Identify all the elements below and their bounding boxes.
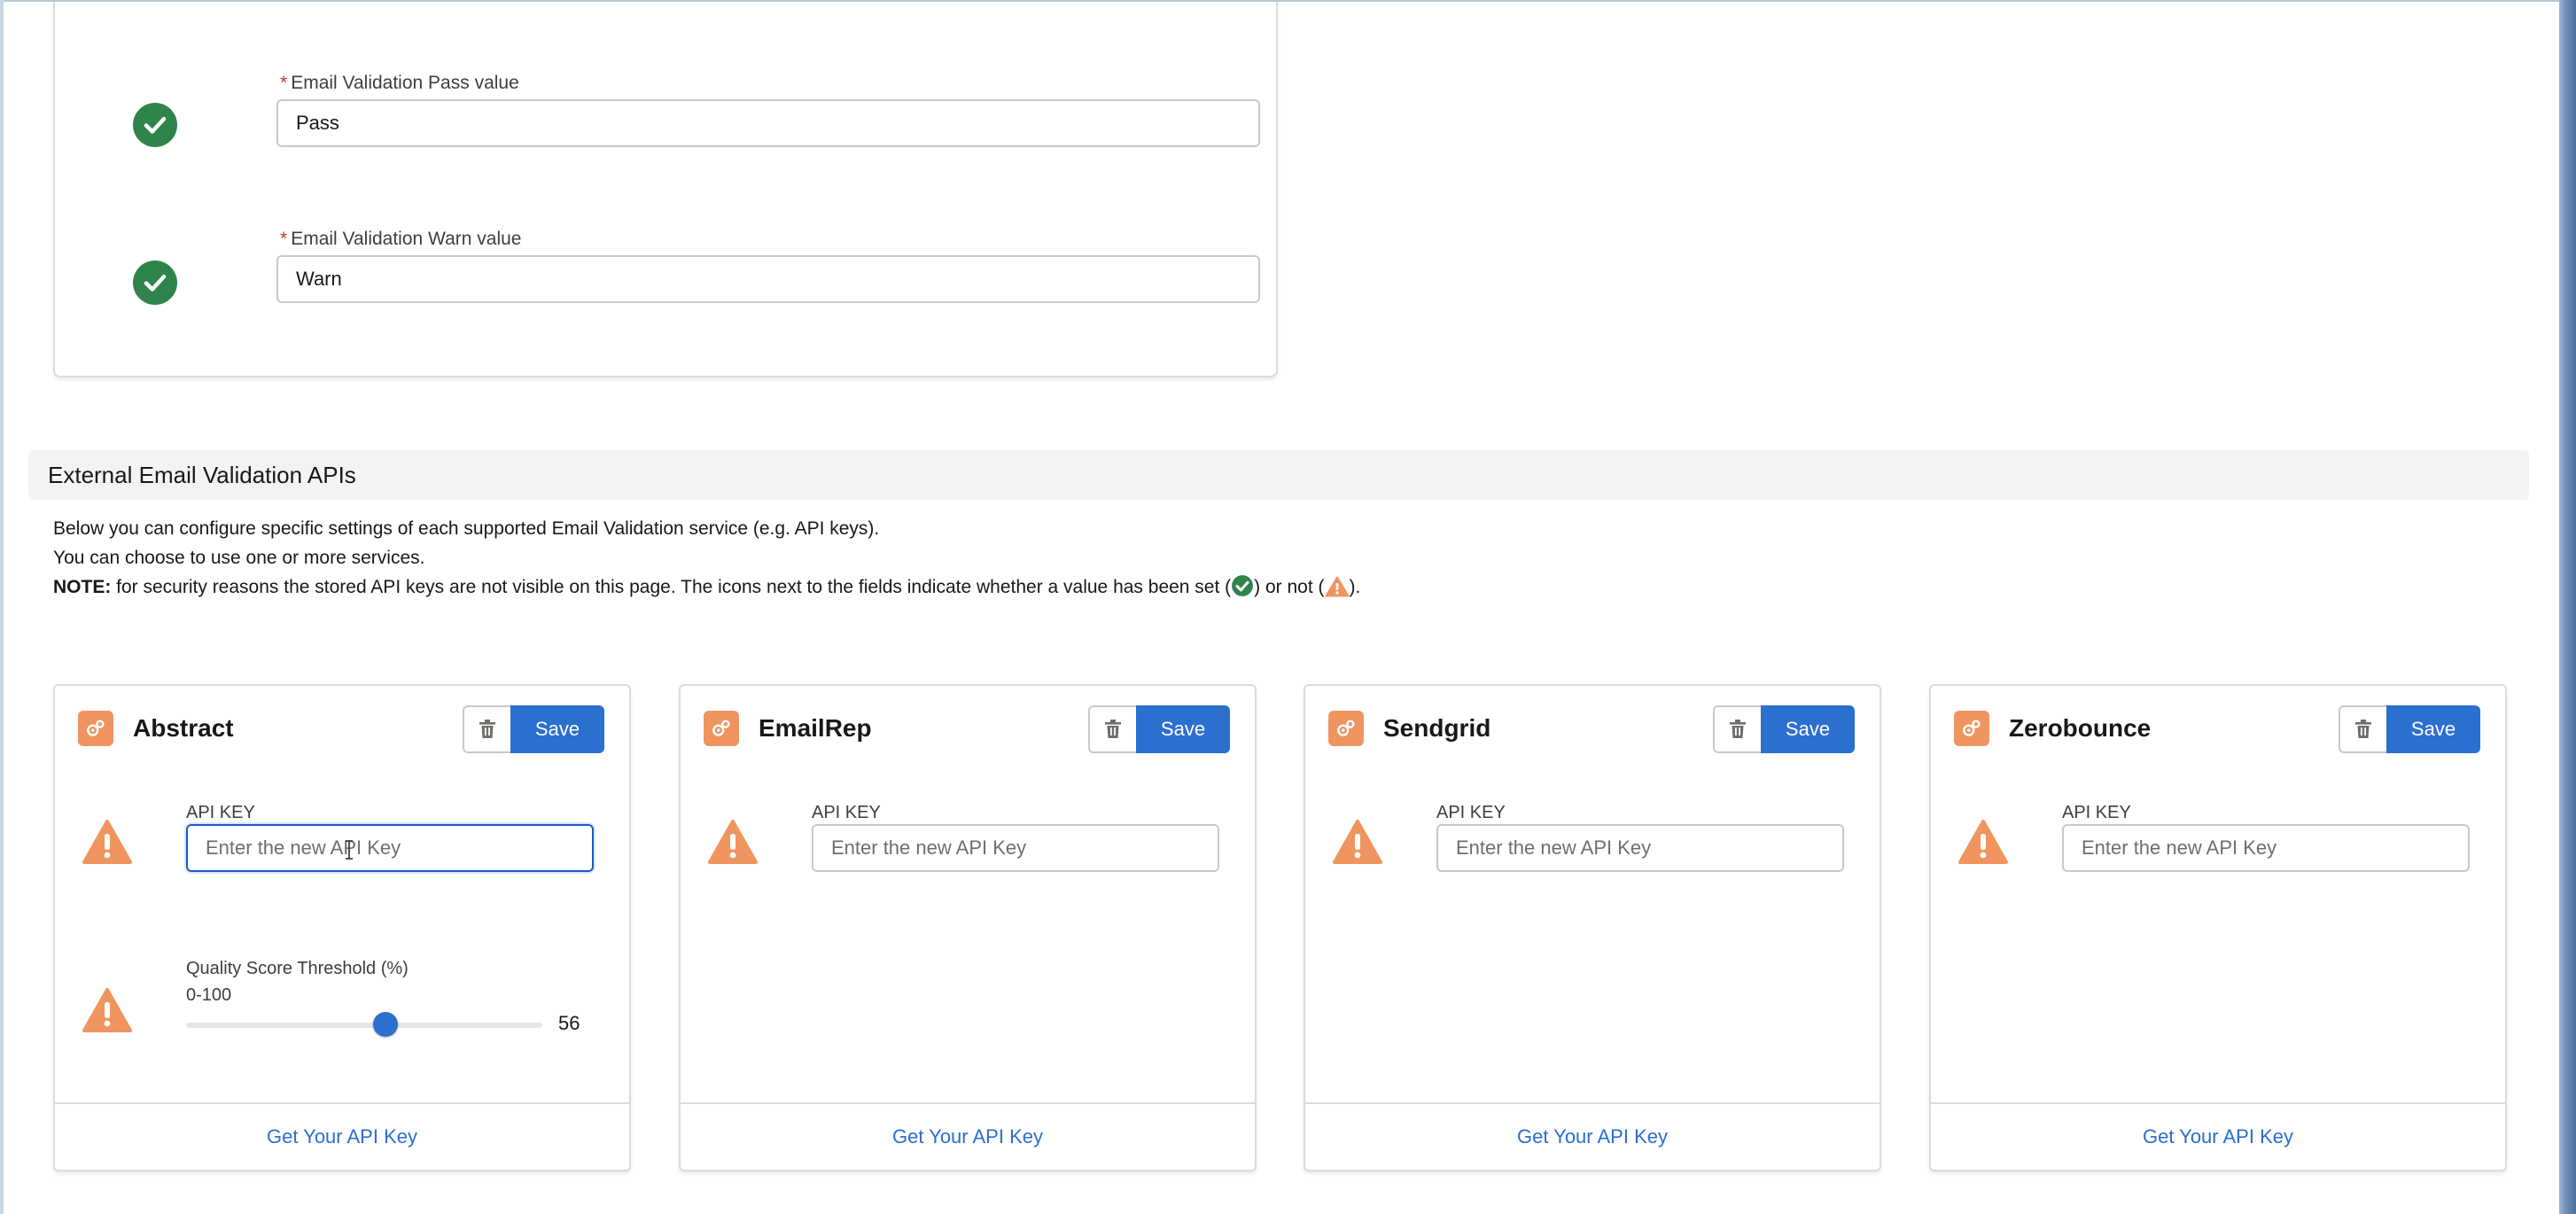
action-button-group: Save: [2339, 705, 2480, 753]
window-right-edge: [2559, 0, 2576, 1214]
threshold-range: 0-100: [186, 985, 232, 1005]
save-button[interactable]: Save: [510, 705, 604, 753]
trash-icon: [1105, 720, 1121, 738]
required-mark: *: [280, 73, 288, 93]
description-line-2: You can choose to use one or more servic…: [53, 548, 425, 568]
service-name: Zerobounce: [2009, 714, 2152, 742]
text-cursor-icon: [346, 840, 353, 860]
action-button-group: Save: [1088, 705, 1230, 753]
api-key-input[interactable]: Enter the new API Key: [186, 824, 594, 872]
warn-value-row: * Email Validation Warn value Warn: [55, 223, 1276, 330]
service-name: Sendgrid: [1383, 714, 1491, 742]
section-header: External Email Validation APIs: [28, 450, 2529, 500]
api-key-label: API KEY: [186, 803, 255, 822]
note-text-a: for security reasons the stored API keys…: [111, 577, 1232, 597]
validation-values-card: * Email Validation Pass value Pass * Email…: [53, 2, 1278, 377]
check-circle-icon: [133, 103, 177, 147]
warning-icon: [82, 988, 132, 1032]
threshold-slider-thumb[interactable]: [373, 1012, 399, 1037]
note-label: NOTE:: [53, 577, 112, 597]
get-api-key-link[interactable]: Get Your API Key: [55, 1102, 629, 1170]
service-card-abstract: Abstract Save API KEY Enter the new API …: [53, 684, 631, 1171]
description-note: NOTE: for security reasons the stored AP…: [53, 572, 1360, 606]
service-card-sendgrid: Sendgrid Save API KEY Enter the new API …: [1304, 684, 1881, 1171]
service-name: Abstract: [133, 714, 234, 742]
warning-icon: [82, 820, 132, 864]
required-mark: *: [280, 229, 288, 249]
pass-value-row: * Email Validation Pass value Pass: [55, 66, 1276, 172]
delete-button[interactable]: [463, 705, 510, 753]
api-key-label: API KEY: [1436, 803, 1506, 822]
warning-icon: [708, 820, 758, 864]
service-name: EmailRep: [759, 714, 872, 742]
service-card-emailrep: EmailRep Save API KEY Enter the new API …: [679, 684, 1257, 1171]
service-logo-icon: [1954, 711, 1989, 746]
api-key-input[interactable]: Enter the new API Key: [2062, 824, 2470, 872]
save-button[interactable]: Save: [2386, 705, 2480, 753]
window-left-edge: [0, 0, 4, 1214]
trash-icon: [2355, 720, 2371, 738]
warn-value-input[interactable]: Warn: [276, 255, 1260, 303]
get-api-key-link[interactable]: Get Your API Key: [1305, 1102, 1879, 1170]
pass-value-label: * Email Validation Pass value: [280, 73, 519, 94]
delete-button[interactable]: [2339, 705, 2386, 753]
delete-button[interactable]: [1713, 705, 1761, 753]
description-line-1: Below you can configure specific setting…: [53, 518, 880, 539]
service-card-zerobounce: Zerobounce Save API KEY Enter the new AP…: [1929, 684, 2507, 1171]
api-key-label: API KEY: [2062, 803, 2131, 822]
action-button-group: Save: [463, 705, 604, 753]
threshold-slider-track[interactable]: [186, 1023, 542, 1028]
trash-icon: [479, 720, 495, 738]
page-frame: * Email Validation Pass value Pass * Email…: [0, 0, 2559, 1214]
check-circle-icon: [133, 261, 177, 305]
get-api-key-link[interactable]: Get Your API Key: [681, 1102, 1255, 1170]
save-button[interactable]: Save: [1761, 705, 1855, 753]
threshold-label: Quality Score Threshold (%): [186, 959, 409, 978]
check-circle-icon: [1231, 574, 1254, 606]
warning-icon: [1958, 820, 2008, 864]
save-button[interactable]: Save: [1136, 705, 1230, 753]
api-key-input[interactable]: Enter the new API Key: [812, 824, 1219, 872]
action-button-group: Save: [1713, 705, 1855, 753]
section-description: Below you can configure specific setting…: [53, 514, 1360, 606]
get-api-key-link[interactable]: Get Your API Key: [1931, 1102, 2505, 1170]
service-logo-icon: [704, 711, 739, 746]
pass-value-input[interactable]: Pass: [276, 99, 1260, 147]
threshold-value: 56: [558, 1012, 580, 1034]
api-key-label: API KEY: [812, 803, 881, 822]
service-logo-icon: [1328, 711, 1364, 746]
note-text-b: ) or not (: [1254, 577, 1325, 597]
warn-value-label: * Email Validation Warn value: [280, 229, 521, 250]
service-logo-icon: [78, 711, 113, 746]
pass-value-label-text: Email Validation Pass value: [291, 73, 519, 93]
api-key-input[interactable]: Enter the new API Key: [1436, 824, 1844, 872]
warning-icon: [1333, 820, 1382, 864]
delete-button[interactable]: [1088, 705, 1136, 753]
warn-value-label-text: Email Validation Warn value: [291, 229, 522, 249]
trash-icon: [1730, 720, 1746, 738]
warning-icon: [1325, 576, 1350, 606]
note-text-c: ).: [1349, 577, 1361, 597]
